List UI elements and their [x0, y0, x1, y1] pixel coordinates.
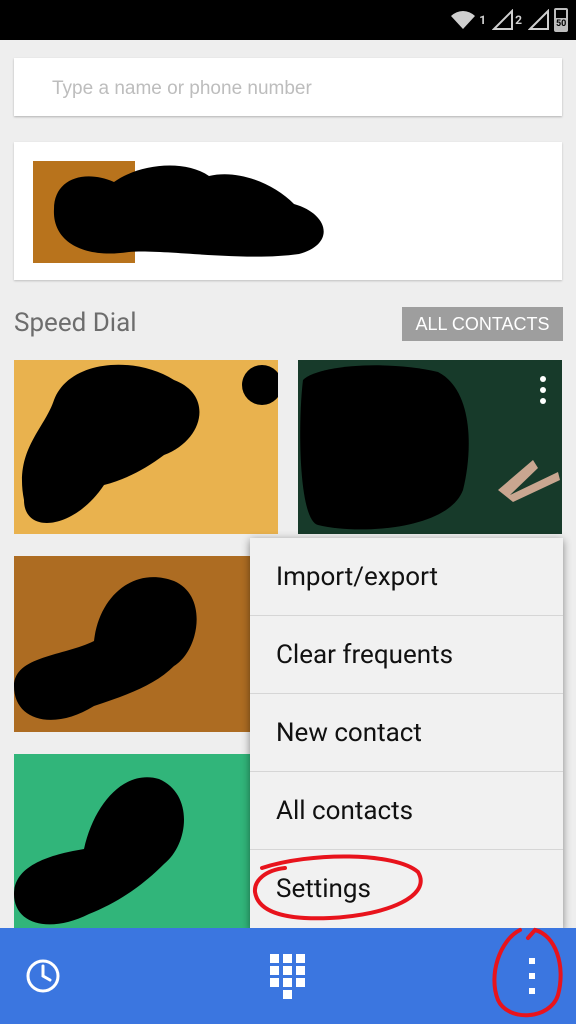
menu-item-import-export[interactable]: Import/export — [250, 538, 563, 616]
speed-dial-tile[interactable] — [14, 360, 278, 534]
menu-item-new-contact[interactable]: New contact — [250, 694, 563, 772]
signal-icon — [492, 9, 514, 30]
speed-dial-tile[interactable] — [14, 754, 278, 930]
dialpad-button[interactable] — [260, 948, 316, 1004]
redaction-blot — [14, 577, 197, 720]
battery-level: 50 — [556, 18, 567, 30]
redaction-blot — [21, 364, 278, 523]
search-box[interactable] — [14, 58, 562, 116]
speed-dial-tile[interactable] — [298, 360, 562, 534]
bottom-action-bar — [0, 928, 576, 1024]
overflow-menu-button[interactable] — [504, 948, 560, 1004]
signal-icon — [528, 9, 549, 30]
menu-item-all-contacts[interactable]: All contacts — [250, 772, 563, 850]
battery-icon: 50 — [554, 8, 568, 32]
tile-overflow-icon[interactable] — [538, 376, 548, 410]
sim2-label: 2 — [515, 13, 522, 27]
overflow-menu-icon — [529, 958, 535, 994]
wifi-icon — [451, 11, 476, 29]
redaction-blot — [14, 777, 184, 925]
all-contacts-button[interactable]: ALL CONTACTS — [402, 307, 563, 341]
overflow-menu: Import/export Clear frequents New contac… — [250, 538, 563, 930]
speed-dial-title: Speed Dial — [14, 308, 137, 338]
speed-dial-tile[interactable] — [14, 556, 278, 732]
status-icons: 1 2 50 — [448, 6, 568, 34]
call-history-button[interactable] — [15, 948, 71, 1004]
sim1-label: 1 — [479, 13, 487, 27]
history-icon — [26, 959, 60, 993]
dialpad-icon — [270, 954, 305, 999]
redaction-blot — [300, 365, 560, 530]
status-bar: 1 2 50 — [0, 0, 576, 40]
menu-item-settings[interactable]: Settings — [250, 850, 563, 928]
menu-item-clear-frequents[interactable]: Clear frequents — [250, 616, 563, 694]
search-input[interactable] — [50, 74, 534, 104]
recent-contact-card[interactable] — [14, 142, 562, 280]
redaction-blot — [53, 165, 324, 257]
